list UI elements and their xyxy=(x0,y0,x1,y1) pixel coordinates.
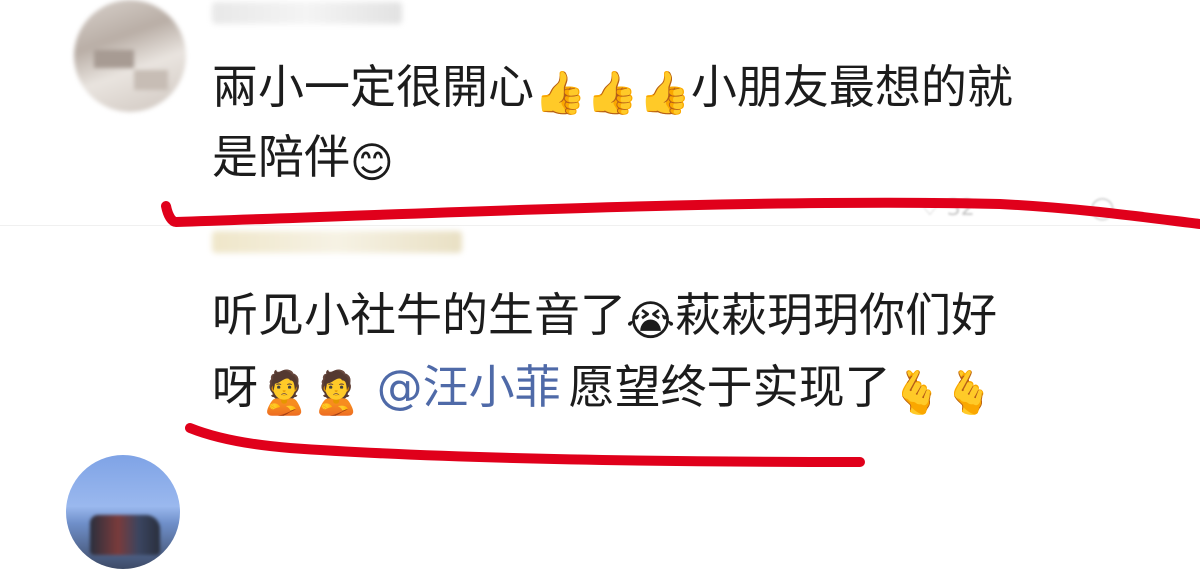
avatar[interactable] xyxy=(66,455,180,569)
annotation-marks xyxy=(161,197,1200,467)
annotation-stroke-top xyxy=(161,197,1200,229)
annotation-stroke-bottom xyxy=(185,423,865,467)
